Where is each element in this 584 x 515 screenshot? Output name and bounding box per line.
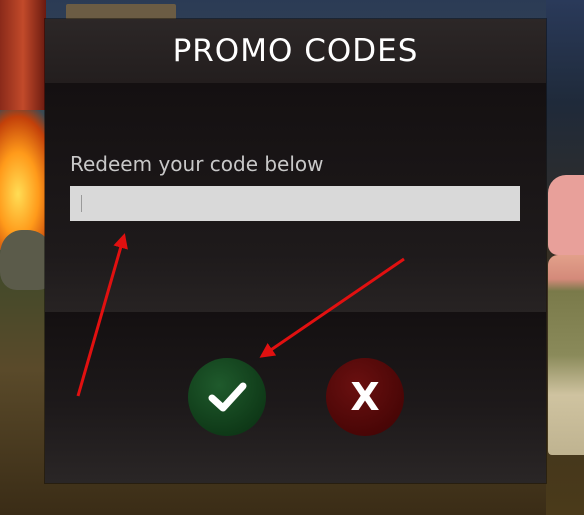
cancel-button[interactable]: X [326, 358, 404, 436]
character-hair [548, 175, 584, 255]
roblox-character [548, 255, 584, 455]
cancel-icon: X [350, 375, 380, 419]
checkmark-icon [208, 382, 247, 412]
text-caret [81, 195, 82, 212]
wooden-sign [66, 4, 176, 20]
redeem-label: Redeem your code below [70, 152, 324, 176]
promo-codes-panel: PROMO CODES Redeem your code below X [45, 19, 546, 483]
panel-title: PROMO CODES [172, 33, 419, 69]
panel-header: PROMO CODES [45, 19, 546, 83]
totem-pillar [0, 0, 46, 110]
confirm-button[interactable] [188, 358, 266, 436]
promo-code-input[interactable] [70, 186, 520, 221]
panel-footer [45, 312, 546, 483]
